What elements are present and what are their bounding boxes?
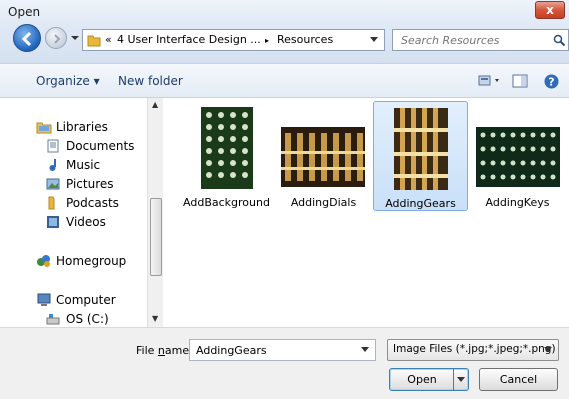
file-name-label: AddingGears (385, 197, 456, 210)
podcasts-icon (48, 196, 55, 210)
navigation-scrollbar[interactable]: ▲ ▼ (147, 98, 163, 327)
back-arrow-icon (21, 31, 32, 47)
search-input[interactable] (399, 33, 544, 48)
forward-arrow-icon (54, 34, 61, 44)
file-item-addingdials[interactable]: AddingDials (276, 101, 371, 211)
search-box[interactable] (392, 29, 569, 51)
breadcrumb-item[interactable]: Resources (277, 33, 333, 46)
new-folder-button[interactable]: New folder (118, 74, 183, 88)
address-dropdown-icon[interactable] (370, 37, 378, 43)
navigation-pane: Libraries Documents Music Pictures Podca… (0, 98, 163, 327)
scrollbar-thumb[interactable] (150, 198, 162, 276)
computer-icon (37, 293, 51, 306)
file-thumbnail (201, 107, 253, 189)
open-button[interactable]: Open (389, 368, 469, 391)
pictures-icon (46, 178, 60, 190)
folder-icon (87, 35, 101, 47)
scroll-up-icon[interactable]: ▲ (152, 100, 158, 109)
back-button[interactable] (13, 24, 41, 52)
svg-text:?: ? (548, 76, 554, 89)
file-thumbnail (476, 127, 560, 187)
preview-pane-icon[interactable] (512, 74, 528, 88)
close-icon: x (546, 3, 554, 17)
libraries-icon (36, 122, 52, 134)
view-options-icon[interactable] (478, 74, 502, 88)
videos-icon (47, 216, 59, 228)
file-name-label: AddBackground (183, 196, 270, 209)
address-bar[interactable]: « 4 User Interface Design ... ▸ Resource… (82, 29, 385, 51)
file-name-label: AddingDials (290, 196, 357, 209)
dialog-footer: File name: Image Files (*.jpg;*.jpeg;*.p… (0, 327, 569, 399)
cancel-button[interactable]: Cancel (479, 368, 558, 391)
close-button[interactable]: x (535, 1, 565, 19)
organize-button[interactable]: Organize ▾ (36, 74, 100, 88)
file-name-label: File name: (136, 344, 193, 357)
file-name-combobox[interactable] (189, 339, 376, 361)
breadcrumb-item[interactable]: 4 User Interface Design ... (117, 33, 261, 46)
recent-locations-dropdown-icon[interactable] (70, 33, 80, 43)
address-overflow[interactable]: « (105, 33, 112, 46)
title-and-nav-area: Open x « 4 User Interface Design ... ▸ R… (0, 0, 569, 64)
file-item-addingkeys[interactable]: AddingKeys (470, 101, 565, 211)
chevron-down-icon (544, 347, 552, 352)
open-dialog: Open x « 4 User Interface Design ... ▸ R… (0, 0, 569, 399)
file-name-label: AddingKeys (485, 196, 550, 209)
open-button-label: Open (407, 373, 437, 386)
file-name-input[interactable] (194, 343, 354, 358)
file-type-value: Image Files (*.jpg;*.jpeg;*.png) (393, 343, 556, 355)
window-title: Open (8, 5, 41, 19)
open-options-dropdown[interactable] (453, 369, 468, 390)
command-bar: Organize ▾ New folder ? (0, 64, 569, 98)
file-thumbnail (281, 127, 365, 187)
breadcrumb-separator-icon[interactable]: ▸ (265, 36, 269, 45)
file-item-addbackground[interactable]: AddBackground (179, 101, 274, 211)
forward-button[interactable] (45, 27, 67, 49)
chevron-down-icon[interactable] (361, 347, 369, 353)
help-icon[interactable]: ? (544, 74, 559, 89)
scroll-down-icon[interactable]: ▼ (152, 314, 158, 323)
search-icon[interactable] (553, 34, 566, 47)
homegroup-icon (37, 255, 50, 267)
documents-icon (47, 139, 59, 153)
drive-icon (46, 314, 60, 325)
file-list: AddBackground AddingDials AddingGears Ad… (164, 98, 569, 327)
chevron-down-icon (457, 377, 465, 382)
file-item-addinggears[interactable]: AddingGears (373, 101, 468, 211)
music-icon (49, 159, 56, 171)
file-type-select[interactable]: Image Files (*.jpg;*.jpeg;*.png) (387, 339, 559, 361)
file-thumbnail (394, 108, 448, 190)
